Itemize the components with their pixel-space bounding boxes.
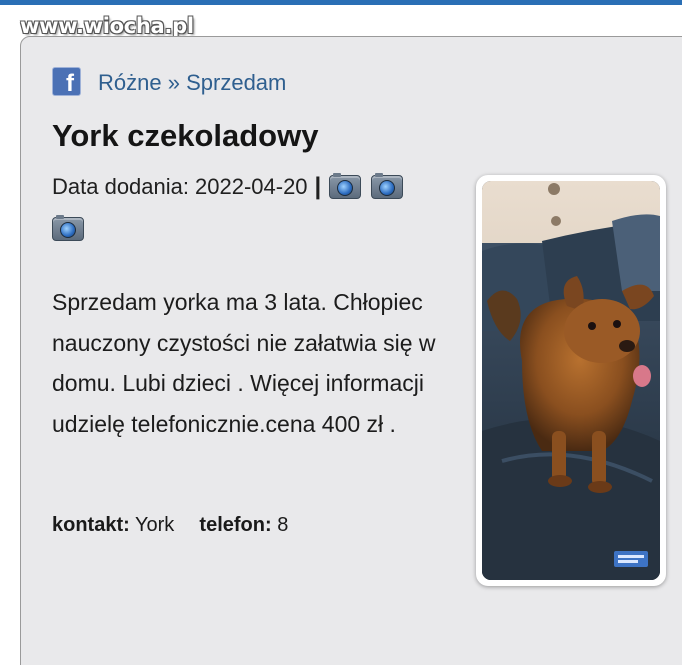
listing-photo[interactable]: [482, 181, 660, 580]
phone-value[interactable]: 8: [277, 514, 288, 536]
dog-photo-illustration: [482, 181, 660, 580]
breadcrumb-subcategory-link[interactable]: Sprzedam: [186, 70, 286, 95]
listing-title: York czekoladowy: [52, 118, 319, 153]
contact-value: York: [135, 514, 175, 536]
top-accent-bar: [0, 0, 682, 5]
listing-photo-frame[interactable]: [476, 175, 666, 586]
breadcrumb: Różne » Sprzedam: [98, 70, 286, 96]
contact-row: kontakt: York telefon: 8: [52, 514, 288, 537]
date-separator: |: [314, 173, 322, 200]
date-value: 2022-04-20: [195, 174, 308, 199]
site-watermark: www.wiocha.pl: [20, 14, 194, 38]
contact-label: kontakt:: [52, 514, 130, 536]
breadcrumb-category-link[interactable]: Różne: [98, 70, 162, 95]
date-label: Data dodania:: [52, 174, 189, 199]
facebook-icon[interactable]: f: [52, 67, 81, 97]
breadcrumb-separator: »: [167, 70, 180, 95]
camera-icon[interactable]: [52, 215, 84, 241]
camera-icon[interactable]: [371, 173, 404, 199]
camera-icon[interactable]: [329, 173, 362, 199]
date-row: Data dodania: 2022-04-20 |: [52, 173, 404, 201]
phone-label: telefon:: [199, 514, 272, 536]
listing-description: Sprzedam yorka ma 3 lata. Chłopiec naucz…: [52, 289, 436, 437]
